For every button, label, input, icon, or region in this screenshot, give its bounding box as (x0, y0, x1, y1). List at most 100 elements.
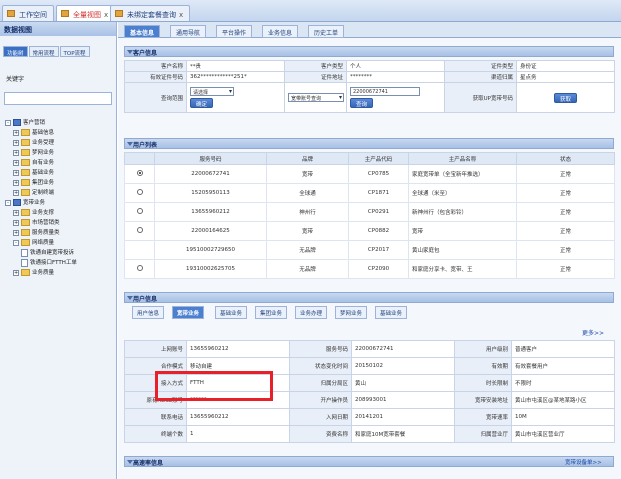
cell-name: 宽带 (408, 221, 517, 241)
tree-item[interactable]: + 基础业务 (3, 168, 115, 178)
user-list-header[interactable]: 用户列表 (124, 138, 614, 149)
tab-unbound-query[interactable]: 未绑定套餐查询 x (110, 5, 191, 21)
subtab-basic-business-2[interactable]: 基础业务 (375, 306, 408, 319)
expand-icon[interactable]: + (13, 139, 19, 146)
cell-brand: 无品牌 (266, 259, 349, 279)
more-link[interactable]: 更多>> (582, 328, 604, 337)
expand-icon[interactable]: + (13, 219, 19, 226)
tree-item[interactable]: + 基础信息 (3, 128, 115, 138)
table-row[interactable]: 19310002625705 无品牌 CP2090 和家庭分享卡、宽带、王 正常 (124, 259, 615, 279)
expand-icon[interactable]: + (13, 189, 19, 196)
collapse-icon[interactable]: - (5, 199, 11, 206)
sidebar-tab-top-flow[interactable]: TOP流程 (59, 46, 90, 57)
column-header: 服务号码 (154, 152, 267, 165)
tab-basic-info[interactable]: 基本信息 (124, 25, 161, 38)
value-customer-type: 个人 (346, 60, 445, 72)
row-radio[interactable] (136, 170, 143, 176)
tree-item[interactable]: - 宽带业务 (3, 198, 115, 208)
subtab-group-business[interactable]: 集团业务 (255, 306, 288, 319)
fetch-button[interactable]: 获取 (553, 92, 577, 103)
info-label: 用户级别 (454, 340, 512, 358)
account-input[interactable]: 22000672741 (350, 87, 420, 96)
query-range-select[interactable]: 请选择 (190, 87, 234, 96)
subtab-broadband[interactable]: 宽带业务 (172, 306, 205, 319)
close-icon[interactable]: x (104, 11, 108, 19)
tab-history-orders[interactable]: 历史工单 (308, 25, 345, 38)
cell-code: CP0291 (348, 202, 409, 222)
table-row[interactable]: 22000164625 宽带 CP0882 宽带 正常 (124, 221, 615, 241)
sidebar-tab-common-flow[interactable]: 常用流程 (28, 46, 59, 57)
radio-cell (124, 183, 155, 203)
expand-icon[interactable]: + (13, 209, 19, 216)
confirm-button[interactable]: 确定 (190, 98, 214, 108)
column-header (124, 152, 155, 165)
tab-full-view[interactable]: 全量视图 x (56, 5, 116, 21)
tree-item[interactable]: + 服务质量类 (3, 228, 115, 238)
subtab-basic-business[interactable]: 基础业务 (215, 306, 248, 319)
expand-icon[interactable]: + (13, 129, 19, 136)
tree-item[interactable]: + 自有业务 (3, 158, 115, 168)
tree-item[interactable]: + 市场营销类 (3, 218, 115, 228)
subtab-user-info[interactable]: 用户信息 (132, 306, 165, 319)
row-radio[interactable] (136, 208, 143, 214)
tree-item[interactable]: - 客户营销 (3, 118, 115, 128)
info-label: 联系电话 (124, 408, 187, 426)
tree-item[interactable]: + 业务受理 (3, 138, 115, 148)
expand-icon[interactable]: + (13, 229, 19, 236)
info-value: 22000672741 (351, 340, 455, 358)
info-value: 和家庭10M宽带套餐 (351, 425, 455, 443)
tree-item[interactable]: + 业务质量 (3, 268, 115, 278)
tree-item-label: 宽带业务 (23, 200, 46, 206)
tree-item[interactable]: 铁通接口FTTH工单 (3, 258, 115, 268)
collapse-icon[interactable]: - (5, 119, 11, 126)
value-customer-name: **贵 (186, 60, 285, 72)
expand-icon[interactable]: + (13, 159, 19, 166)
tree-item[interactable]: + 业务支撑 (3, 208, 115, 218)
cell-status: 正常 (516, 259, 615, 279)
expand-icon[interactable]: + (13, 149, 19, 156)
query-button[interactable]: 查询 (350, 98, 374, 108)
tab-business-info[interactable]: 业务信息 (262, 25, 299, 38)
cell-name: 全球通（米至） (408, 183, 517, 203)
expand-icon[interactable]: + (13, 169, 19, 176)
label-fetch-number: 获取UP宽带号码 (444, 82, 517, 113)
close-icon[interactable]: x (179, 11, 183, 19)
subtab-dream-network[interactable]: 梦网业务 (335, 306, 368, 319)
info-label: 宽带安装地址 (454, 391, 512, 409)
sidebar-tab-function-tree[interactable]: 功能树 (3, 46, 28, 57)
customer-info-header[interactable]: 客户信息 (124, 46, 614, 57)
table-row[interactable]: 15205950113 全球通 CP1871 全球通（米至） 正常 (124, 183, 615, 203)
table-row[interactable]: 13655960212 神州行 CP0291 新神州行（包含彩铃） 正常 (124, 202, 615, 222)
tree-item[interactable]: + 定制终端 (3, 188, 115, 198)
subtab-business-handling[interactable]: 业务办理 (295, 306, 328, 319)
row-radio[interactable] (136, 265, 143, 271)
row-radio[interactable] (136, 189, 143, 195)
table-row[interactable]: 19510002729650 无品牌 CP2017 黄山家庭包 正常 (124, 240, 615, 260)
info-label: 终端个数 (124, 425, 187, 443)
sidebar-tabs: 功能树 常用流程 TOP流程 (3, 46, 91, 57)
highlight-box (155, 371, 273, 401)
tree-item[interactable]: + 梦网业务 (3, 148, 115, 158)
info-value: 黄山市屯溪区@某地某路小区 (511, 391, 615, 409)
folder-icon (21, 219, 30, 226)
tab-general-nav[interactable]: 通用导航 (170, 25, 207, 38)
expand-icon[interactable]: + (13, 269, 19, 276)
tab-platform-ops[interactable]: 平台操作 (216, 25, 253, 38)
tree-item[interactable]: + 集团业务 (3, 178, 115, 188)
high-speed-info-header[interactable]: 高速率信息 (124, 456, 614, 467)
collapse-icon[interactable]: - (13, 239, 19, 246)
tree-item[interactable]: 铁通自建宽带投诉 (3, 248, 115, 258)
function-tree: - 客户营销 + 基础信息 + 业务受理 + 梦网业务 + 自有业务 + 基础业务 + 集团业务 + 定制终端… (3, 118, 115, 278)
tab-workspace[interactable]: 工作空间 (2, 5, 54, 21)
view-icon (61, 10, 69, 17)
broadband-device-link[interactable]: 宽带设备单>> (565, 458, 602, 466)
row-radio[interactable] (136, 227, 143, 233)
query-type-select[interactable]: 宽带账号查询 (288, 93, 344, 102)
cell-brand: 神州行 (266, 202, 349, 222)
search-input[interactable] (4, 92, 112, 105)
user-info-header[interactable]: 用户信息 (124, 292, 614, 303)
tree-item[interactable]: - 网络质量 (3, 238, 115, 248)
table-row[interactable]: 22000672741 宽带 CP0785 家庭宽带单（全宝新年推选） 正常 (124, 164, 615, 184)
expand-icon[interactable]: + (13, 179, 19, 186)
folder-icon (21, 269, 30, 276)
